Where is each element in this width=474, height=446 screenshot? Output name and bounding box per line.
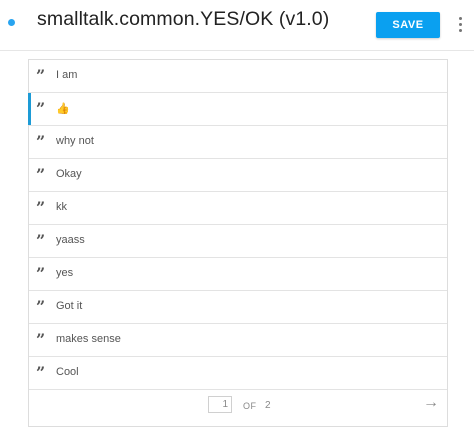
quote-icon: ” [36,231,45,250]
quote-icon: ” [36,66,45,85]
list-item[interactable]: ” yes [29,258,447,291]
utterance-list: ” I am” 👍” why not” Okay” kk” yaass” yes” Got it… [28,59,448,427]
pager-total-pages: 2 [265,400,271,411]
list-item[interactable]: ” I am [29,60,447,93]
list-item-text: I am [56,69,78,81]
header: smalltalk.common.YES/OK (v1.0) SAVE [0,0,474,51]
list-item[interactable]: ” yaass [29,225,447,258]
list-item[interactable]: ” kk [29,192,447,225]
quote-icon: ” [36,297,45,316]
status-dot-icon [8,19,15,26]
more-vertical-icon[interactable] [455,14,465,34]
list-item-text: kk [56,201,67,213]
quote-icon: ” [36,264,45,283]
quote-icon: ” [36,165,45,184]
quote-icon: ” [36,198,45,217]
list-item-text: Okay [56,168,82,180]
quote-icon: ” [36,330,45,349]
list-item-text: 👍 [56,103,70,115]
list-item[interactable]: ” Cool [29,357,447,390]
page-title: smalltalk.common.YES/OK (v1.0) [37,8,330,30]
pagination: OF 2 → [29,390,447,423]
list-item-text: yaass [56,234,85,246]
list-item-text: yes [56,267,74,279]
list-item[interactable]: ” 👍 [28,93,447,126]
list-item[interactable]: ” Got it [29,291,447,324]
save-button[interactable]: SAVE [376,12,440,38]
list-item[interactable]: ” why not [29,126,447,159]
list-item[interactable]: ” Okay [29,159,447,192]
quote-icon: ” [36,363,45,382]
list-item-text: Cool [56,366,79,378]
list-item[interactable]: ” makes sense [29,324,447,357]
pager-of-label: OF [243,401,257,411]
quote-icon: ” [36,99,45,118]
page: smalltalk.common.YES/OK (v1.0) SAVE ” I a… [0,0,474,446]
list-item-text: makes sense [56,333,121,345]
page-number-input[interactable] [208,396,232,413]
arrow-right-icon[interactable]: → [423,394,439,412]
list-item-text: why not [56,135,94,147]
list-item-text: Got it [56,300,83,312]
quote-icon: ” [36,132,45,151]
